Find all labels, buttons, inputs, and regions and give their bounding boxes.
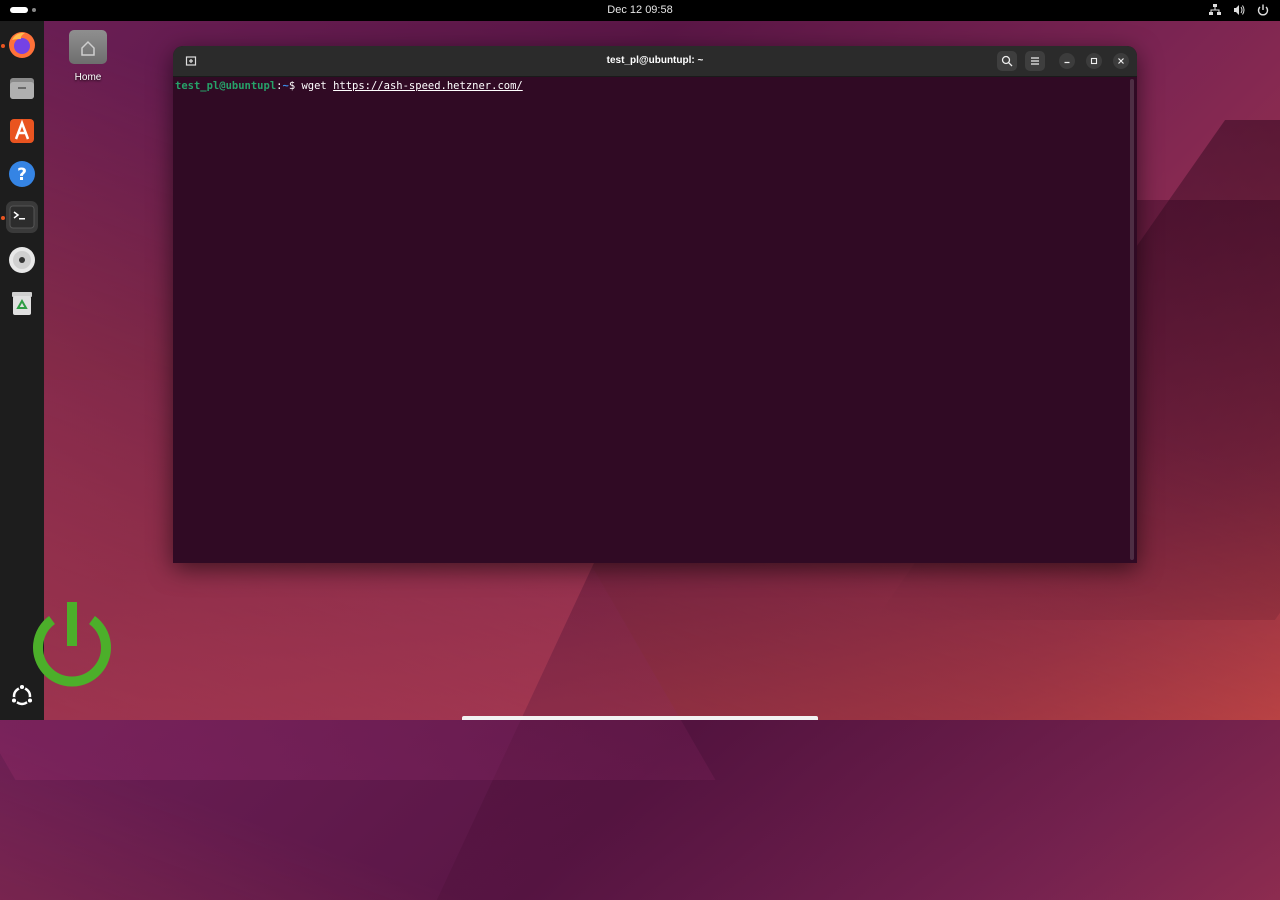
- search-button[interactable]: [997, 51, 1017, 71]
- top-bar: Dec 12 09:58: [0, 0, 1280, 21]
- terminal-headerbar[interactable]: test_pl@ubuntupl: ~: [173, 46, 1137, 77]
- running-indicator: [1, 44, 5, 48]
- dock-item-terminal[interactable]: [6, 201, 38, 233]
- files-icon: [10, 78, 34, 99]
- menu-button[interactable]: [1025, 51, 1045, 71]
- disc-icon: [9, 247, 35, 273]
- dock-item-disc[interactable]: [6, 244, 38, 276]
- prompt-user: test_pl@ubuntupl: [175, 80, 277, 92]
- app-center-icon: [10, 119, 34, 143]
- maximize-button[interactable]: [1086, 53, 1102, 69]
- typed-url-link[interactable]: https://ash-speed.hetzner.com/: [333, 80, 523, 92]
- close-icon: [1118, 58, 1124, 64]
- window-title: test_pl@ubuntupl: ~: [606, 55, 704, 66]
- terminal-scrollbar[interactable]: [1130, 79, 1134, 560]
- desktop-home-folder[interactable]: Home: [62, 30, 114, 83]
- search-icon: [1001, 55, 1013, 67]
- dock-item-files[interactable]: [6, 72, 38, 104]
- minimize-icon: [1064, 61, 1070, 64]
- clock[interactable]: Dec 12 09:58: [0, 4, 1280, 16]
- hamburger-menu-icon: [1031, 57, 1039, 65]
- firefox-icon: [9, 32, 35, 58]
- terminal-window[interactable]: test_pl@ubuntupl: ~ test_pl@ubuntupl:~$ …: [173, 46, 1137, 563]
- home-folder-icon: [69, 30, 107, 64]
- terminal-icon: [9, 205, 35, 229]
- dock-item-trash[interactable]: [6, 287, 38, 319]
- prompt-dollar: $: [288, 80, 302, 92]
- help-icon: ?: [9, 161, 35, 187]
- maximize-icon: [1090, 57, 1098, 65]
- running-indicator: [1, 216, 5, 220]
- system-tray[interactable]: [1208, 3, 1270, 17]
- power-logo-icon: [33, 602, 111, 687]
- dock-item-app-center[interactable]: [6, 115, 38, 147]
- bottom-overlay-bar: [462, 716, 818, 720]
- dock-item-help[interactable]: ?: [6, 158, 38, 190]
- svg-text:?: ?: [17, 165, 27, 185]
- dock-item-firefox[interactable]: [6, 29, 38, 61]
- typed-command: wget: [301, 80, 334, 92]
- trash-icon: [12, 292, 32, 315]
- command-line: test_pl@ubuntupl:~$ wget https://ash-spe…: [175, 79, 1127, 93]
- minimize-button[interactable]: [1059, 53, 1075, 69]
- close-button[interactable]: [1113, 53, 1129, 69]
- volume-icon[interactable]: [1232, 3, 1246, 17]
- power-icon[interactable]: [1256, 3, 1270, 17]
- home-folder-label: Home: [74, 72, 102, 83]
- network-icon[interactable]: [1208, 3, 1222, 17]
- terminal-output[interactable]: test_pl@ubuntupl:~$ wget https://ash-spe…: [175, 77, 1127, 563]
